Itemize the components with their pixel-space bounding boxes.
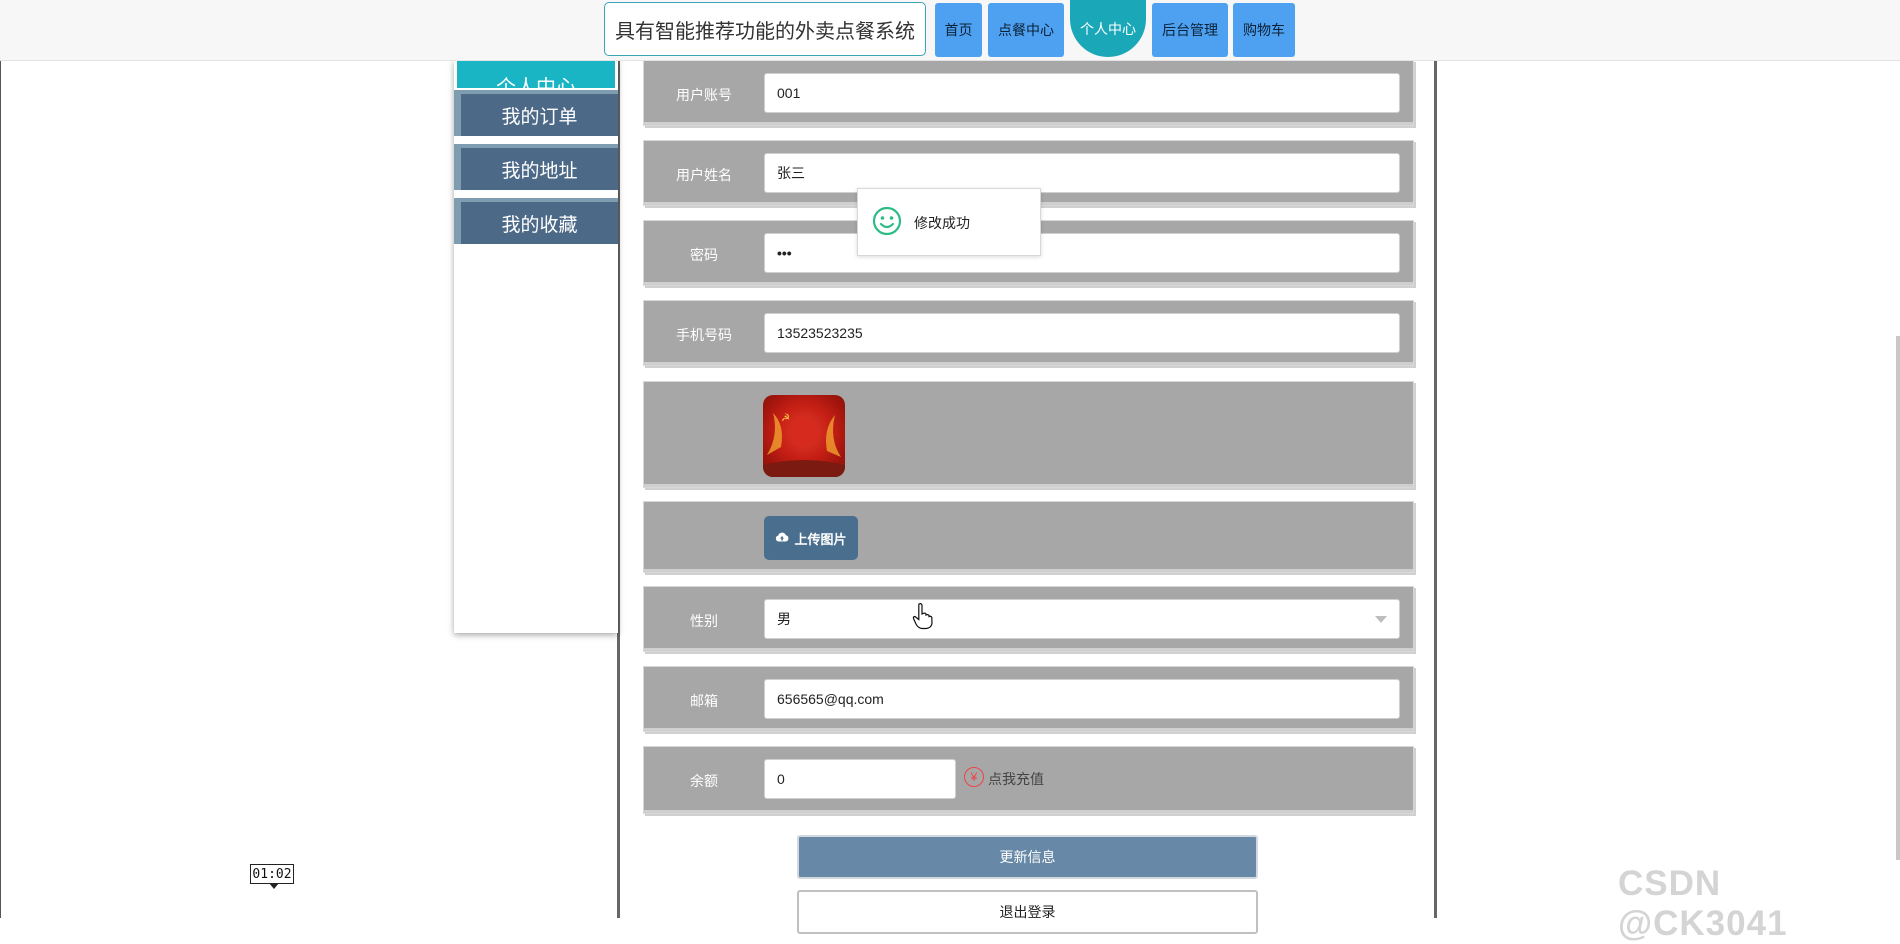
nav-order-center[interactable]: 点餐中心 xyxy=(988,3,1064,57)
scrollbar[interactable] xyxy=(1896,336,1900,860)
nav-admin[interactable]: 后台管理 xyxy=(1152,3,1228,57)
site-title: 具有智能推荐功能的外卖点餐系统 xyxy=(604,2,926,56)
upload-row: 上传图片 xyxy=(643,501,1414,573)
name-label: 用户姓名 xyxy=(676,167,732,183)
top-navbar: 具有智能推荐功能的外卖点餐系统 首页 点餐中心 个人中心 后台管理 购物车 xyxy=(0,0,1900,61)
gender-row: 性别 男 xyxy=(643,586,1414,652)
success-toast: 修改成功 xyxy=(857,188,1041,256)
hand-cursor-icon xyxy=(912,603,933,630)
personal-sidebar: 个人中心 我的订单 我的地址 我的收藏 xyxy=(454,60,618,633)
account-input[interactable]: 001 xyxy=(764,73,1400,113)
chevron-down-icon xyxy=(1375,616,1387,623)
phone-row: 手机号码 13523523235 xyxy=(643,300,1414,366)
svg-text:☭: ☭ xyxy=(781,413,790,424)
password-label: 密码 xyxy=(690,247,718,263)
nav-cart[interactable]: 购物车 xyxy=(1233,3,1295,57)
nav-personal-center[interactable]: 个人中心 xyxy=(1070,0,1146,57)
email-row: 邮箱 656565@qq.com xyxy=(643,666,1414,732)
balance-row: 余额 0 ¥ 点我充值 xyxy=(643,746,1414,814)
account-label: 用户账号 xyxy=(676,87,732,103)
name-input[interactable]: 张三 xyxy=(764,153,1400,193)
sidebar-item-label: 我的订单 xyxy=(461,94,618,136)
email-input[interactable]: 656565@qq.com xyxy=(764,679,1400,719)
toast-message: 修改成功 xyxy=(914,215,970,231)
phone-label: 手机号码 xyxy=(676,327,732,343)
update-info-button[interactable]: 更新信息 xyxy=(797,835,1258,879)
upload-button[interactable]: 上传图片 xyxy=(764,516,858,560)
sidebar-item-label: 我的收藏 xyxy=(461,202,618,244)
balance-label: 余额 xyxy=(690,773,718,789)
avatar-row: ☭ xyxy=(643,381,1414,488)
window-edge xyxy=(0,60,1,918)
sidebar-item-label: 我的地址 xyxy=(461,148,618,190)
avatar-image: ☭ xyxy=(763,395,845,477)
sidebar-item-favorites[interactable]: 我的收藏 xyxy=(454,198,618,244)
gender-label: 性别 xyxy=(690,613,718,629)
upload-label: 上传图片 xyxy=(794,531,847,547)
phone-input[interactable]: 13523523235 xyxy=(764,313,1400,353)
sidebar-item-orders[interactable]: 我的订单 xyxy=(454,90,618,136)
balance-input[interactable]: 0 xyxy=(764,759,956,799)
logout-button[interactable]: 退出登录 xyxy=(797,890,1258,934)
yen-icon[interactable]: ¥ xyxy=(964,767,984,787)
recharge-link[interactable]: 点我充值 xyxy=(988,769,1044,789)
video-timestamp: 01:02 xyxy=(250,864,294,889)
smile-icon xyxy=(872,206,902,236)
sidebar-item-address[interactable]: 我的地址 xyxy=(454,144,618,190)
nav-home[interactable]: 首页 xyxy=(935,3,982,57)
watermark: CSDN @CK3041 xyxy=(1618,864,1788,943)
cloud-upload-icon xyxy=(775,531,789,546)
sidebar-heading[interactable]: 个人中心 xyxy=(457,60,615,88)
gender-value: 男 xyxy=(777,611,791,627)
account-row: 用户账号 001 xyxy=(643,60,1414,126)
gender-select[interactable]: 男 xyxy=(764,599,1400,639)
email-label: 邮箱 xyxy=(690,693,718,709)
